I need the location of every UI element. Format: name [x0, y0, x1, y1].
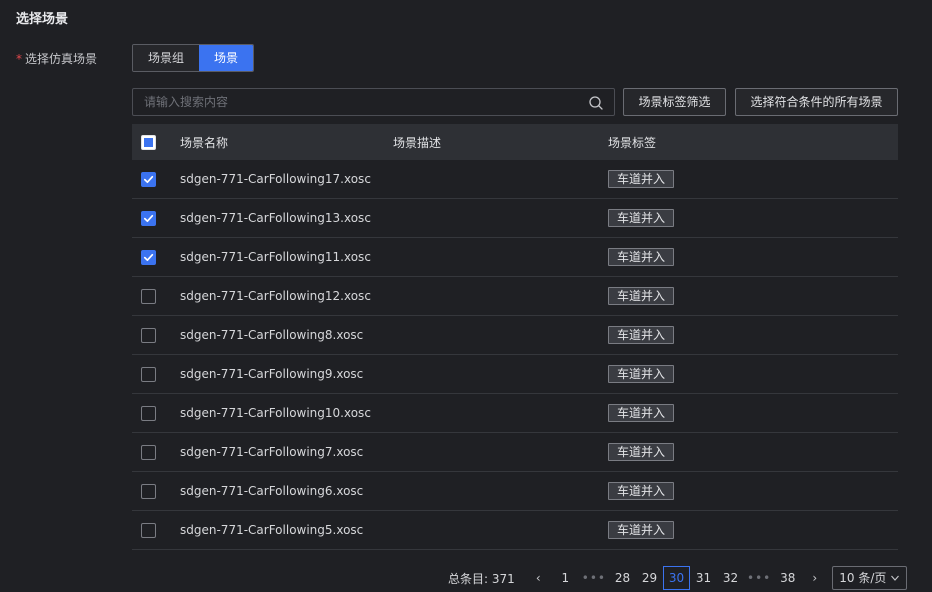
- segment-scene-group[interactable]: 场景组: [133, 45, 200, 71]
- search-input[interactable]: [133, 89, 614, 115]
- row-checkbox[interactable]: [141, 405, 156, 421]
- scene-field-label-text: 选择仿真场景: [25, 52, 98, 66]
- chevron-down-icon: [891, 575, 900, 581]
- row-checkbox[interactable]: [141, 327, 156, 343]
- scene-field-label: * 选择仿真场景: [16, 50, 97, 67]
- scene-tag: 车道并入: [608, 248, 675, 266]
- column-header-name: 场景名称: [180, 135, 229, 150]
- row-checkbox[interactable]: [141, 210, 156, 226]
- table-row[interactable]: sdgen-771-CarFollowing12.xosc 车道并入: [132, 277, 898, 316]
- table-header: 场景名称 场景描述 场景标签: [132, 124, 898, 160]
- scene-name: sdgen-771-CarFollowing17.xosc: [180, 172, 371, 186]
- scene-tag: 车道并入: [608, 443, 675, 461]
- row-checkbox[interactable]: [141, 483, 156, 499]
- search-box: [132, 88, 615, 116]
- table-row[interactable]: sdgen-771-CarFollowing11.xosc 车道并入: [132, 238, 898, 277]
- row-checkbox[interactable]: [141, 249, 156, 265]
- table-row[interactable]: sdgen-771-CarFollowing7.xosc 车道并入: [132, 433, 898, 472]
- table-row[interactable]: sdgen-771-CarFollowing5.xosc 车道并入: [132, 511, 898, 550]
- page-ellipsis[interactable]: •••: [744, 566, 774, 590]
- prev-page-button[interactable]: ‹: [525, 566, 552, 590]
- scene-name: sdgen-771-CarFollowing9.xosc: [180, 367, 364, 381]
- checkmark-icon: [143, 175, 154, 183]
- required-mark: *: [16, 52, 22, 66]
- page-1-button[interactable]: 1: [552, 566, 579, 590]
- page-size-value: 10 条/页: [839, 571, 887, 585]
- table-row[interactable]: sdgen-771-CarFollowing17.xosc 车道并入: [132, 160, 898, 199]
- row-checkbox[interactable]: [141, 522, 156, 538]
- scene-tag: 车道并入: [608, 404, 675, 422]
- column-header-tag: 场景标签: [608, 135, 657, 150]
- scene-name: sdgen-771-CarFollowing11.xosc: [180, 250, 371, 264]
- scene-name: sdgen-771-CarFollowing7.xosc: [180, 445, 364, 459]
- search-icon[interactable]: [588, 95, 604, 111]
- page-list: 1 ••• 28 29 30 31 32 ••• 38: [552, 566, 801, 590]
- scene-tag: 车道并入: [608, 482, 675, 500]
- page-ellipsis[interactable]: •••: [579, 566, 609, 590]
- page-32-button[interactable]: 32: [717, 566, 744, 590]
- segment-scene[interactable]: 场景: [199, 45, 254, 71]
- table-row[interactable]: sdgen-771-CarFollowing6.xosc 车道并入: [132, 472, 898, 511]
- table-row[interactable]: sdgen-771-CarFollowing8.xosc 车道并入: [132, 316, 898, 355]
- total-count: 总条目: 371: [448, 571, 515, 586]
- row-checkbox[interactable]: [141, 288, 156, 304]
- page-29-button[interactable]: 29: [636, 566, 663, 590]
- checkmark-icon: [143, 253, 154, 261]
- scene-name: sdgen-771-CarFollowing12.xosc: [180, 289, 371, 303]
- tag-filter-button[interactable]: 场景标签筛选: [623, 88, 726, 116]
- page-31-button[interactable]: 31: [690, 566, 717, 590]
- scene-name: sdgen-771-CarFollowing13.xosc: [180, 211, 371, 225]
- table-row[interactable]: sdgen-771-CarFollowing9.xosc 车道并入: [132, 355, 898, 394]
- scene-tag: 车道并入: [608, 170, 675, 188]
- column-header-description: 场景描述: [393, 135, 442, 150]
- scene-table: 场景名称 场景描述 场景标签 sdgen-771-CarFollowing17.…: [132, 124, 898, 550]
- scene-name: sdgen-771-CarFollowing5.xosc: [180, 523, 364, 537]
- section-title: 选择场景: [16, 12, 69, 27]
- page-size-select[interactable]: 10 条/页: [832, 566, 908, 590]
- scene-tag: 车道并入: [608, 209, 675, 227]
- checkmark-icon: [143, 214, 154, 222]
- scene-tag: 车道并入: [608, 287, 675, 305]
- select-all-checkbox[interactable]: [141, 134, 156, 150]
- select-all-matching-button[interactable]: 选择符合条件的所有场景: [735, 88, 898, 116]
- row-checkbox[interactable]: [141, 444, 156, 460]
- pagination: 总条目: 371 ‹ 1 ••• 28 29 30 31 32 ••• 38 › 10 条/页: [448, 566, 908, 590]
- scene-tag: 车道并入: [608, 365, 675, 383]
- table-body: sdgen-771-CarFollowing17.xosc 车道并入 sdgen-7…: [132, 160, 898, 550]
- scene-name: sdgen-771-CarFollowing8.xosc: [180, 328, 364, 342]
- scene-name: sdgen-771-CarFollowing10.xosc: [180, 406, 371, 420]
- table-row[interactable]: sdgen-771-CarFollowing13.xosc 车道并入: [132, 199, 898, 238]
- scene-tag: 车道并入: [608, 521, 675, 539]
- page-28-button[interactable]: 28: [609, 566, 636, 590]
- scene-name: sdgen-771-CarFollowing6.xosc: [180, 484, 364, 498]
- row-checkbox[interactable]: [141, 171, 156, 187]
- table-row[interactable]: sdgen-771-CarFollowing10.xosc 车道并入: [132, 394, 898, 433]
- scene-type-segmented: 场景组 场景: [132, 44, 255, 72]
- page-38-button[interactable]: 38: [774, 566, 801, 590]
- next-page-button[interactable]: ›: [801, 566, 828, 590]
- row-checkbox[interactable]: [141, 366, 156, 382]
- scene-tag: 车道并入: [608, 326, 675, 344]
- page-30-button[interactable]: 30: [663, 566, 690, 590]
